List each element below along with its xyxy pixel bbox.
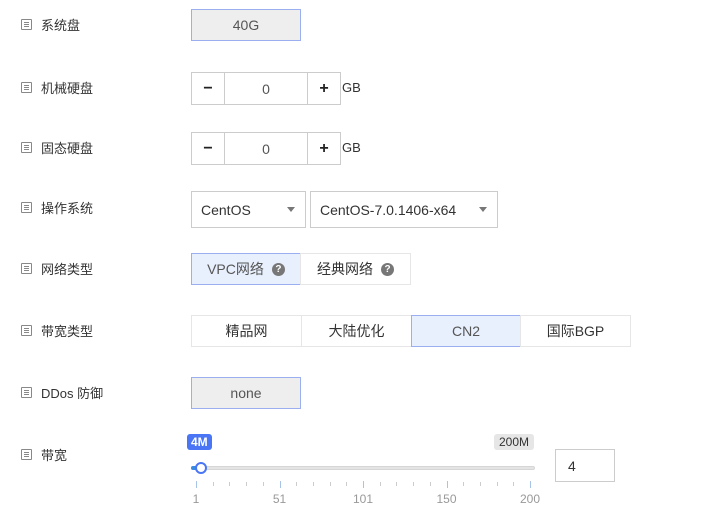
list-icon [21,201,32,213]
help-icon[interactable]: ? [271,262,285,276]
label-text: 带宽 [41,447,68,463]
bandwidth-option-bgp[interactable]: 国际BGP [520,315,631,347]
os-version-value: CentOS-7.0.1406-x64 [320,201,457,218]
slider-tick [429,482,431,486]
list-icon [21,81,32,93]
ssd-minus-button[interactable]: − [191,132,225,165]
label-hdd: 机械硬盘 [21,77,93,97]
label-bandwidth-type: 带宽类型 [21,320,93,340]
label-text: 固态硬盘 [41,140,94,156]
help-icon[interactable]: ? [381,262,394,276]
bandwidth-input[interactable]: 4 [555,449,615,482]
slider-track[interactable] [191,466,535,470]
os-type-select[interactable]: CentOS [191,191,306,228]
label-text: 系统盘 [41,17,81,33]
label-text: 网络类型 [41,261,94,277]
option-label: 经典网络 [317,261,373,277]
hdd-unit: GB [342,80,361,95]
label-text: 带宽类型 [41,323,94,339]
hdd-plus-button[interactable]: + [307,72,341,105]
slider-tick-label: 1 [192,492,200,506]
label-ssd: 固态硬盘 [21,137,93,157]
list-icon [21,141,32,153]
ssd-unit: GB [342,140,361,155]
caret-down-icon [287,207,295,212]
hdd-minus-button[interactable]: − [191,72,225,105]
slider-tick [379,482,381,486]
slider-current-badge: 4M [187,434,212,450]
slider-tick [279,481,281,488]
slider-tick [246,482,248,486]
label-os: 操作系统 [21,197,93,217]
os-type-value: CentOS [201,201,251,218]
slider-tick [262,482,264,486]
slider-tick [229,482,231,486]
label-network: 网络类型 [21,258,93,278]
ssd-plus-button[interactable]: + [307,132,341,165]
slider-tick [329,482,331,486]
slider-tick [530,481,531,488]
slider-tick [296,482,298,486]
bandwidth-option-cn2[interactable]: CN2 [411,315,521,347]
slider-thumb[interactable] [195,462,208,474]
slider-tick [513,482,515,486]
ssd-input[interactable]: 0 [224,132,308,165]
slider-tick [363,481,364,488]
label-text: 操作系统 [41,200,94,216]
label-bandwidth: 带宽 [21,444,67,464]
label-ddos: DDos 防御 [21,382,103,402]
hdd-input[interactable]: 0 [224,72,308,105]
slider-tick [446,481,448,488]
system-disk-value: 40G [191,9,301,41]
label-text: 机械硬盘 [41,80,94,96]
slider-tick-label: 150 [436,492,457,506]
list-icon [21,386,32,398]
option-label: VPC网络 [207,261,264,277]
slider-tick [496,482,498,486]
list-icon [21,18,32,30]
ddos-value: none [191,377,301,409]
slider-tick [346,482,348,486]
slider-tick [396,482,398,486]
list-icon [21,448,32,460]
slider-tick-label: 51 [272,492,287,506]
bandwidth-option-premium[interactable]: 精品网 [191,315,302,347]
slider-tick-label: 200 [519,492,541,506]
list-icon [21,324,32,336]
slider-tick [212,482,214,486]
slider-tick [463,482,465,486]
label-text: DDos 防御 [41,385,104,401]
list-icon [21,262,32,274]
caret-down-icon [479,207,487,212]
bandwidth-option-mainland[interactable]: 大陆优化 [301,315,412,347]
slider-tick [196,481,197,488]
network-option-vpc[interactable]: VPC网络? [191,253,301,285]
slider-tick-label: 101 [352,492,374,506]
slider-tick [479,482,481,486]
slider-tick [413,482,415,486]
network-option-classic[interactable]: 经典网络? [300,253,411,285]
label-system-disk: 系统盘 [21,14,80,34]
slider-max-badge: 200M [494,434,535,450]
slider-tick [312,482,314,486]
os-version-select[interactable]: CentOS-7.0.1406-x64 [310,191,498,228]
